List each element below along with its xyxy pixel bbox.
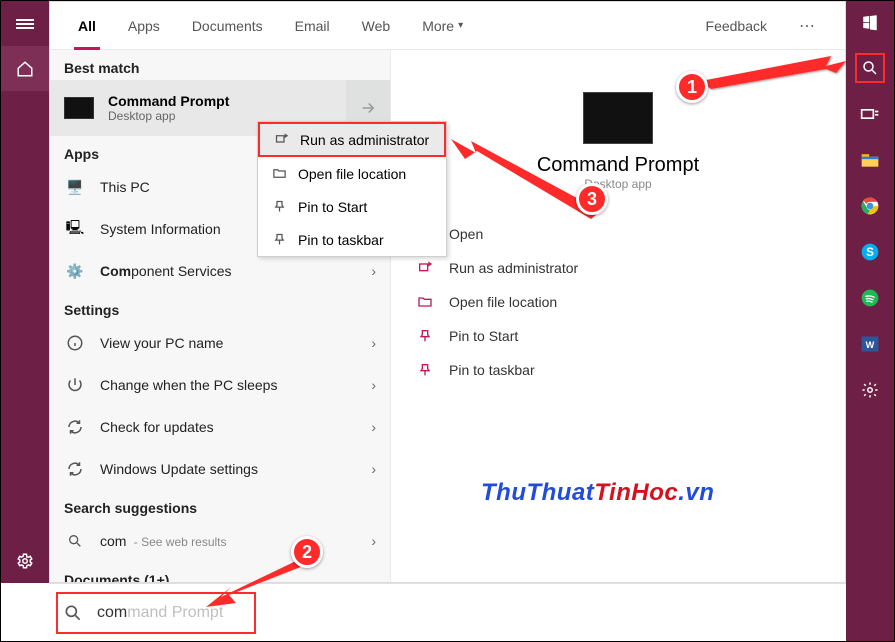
pin-icon (415, 328, 435, 344)
power-icon (64, 374, 86, 396)
context-menu: Run as administrator Open file location … (257, 121, 447, 257)
tab-email[interactable]: Email (291, 2, 334, 50)
ctx-run-admin[interactable]: Run as administrator (258, 122, 446, 157)
web-suggestion[interactable]: com - See web results › (50, 520, 390, 562)
action-pin-start[interactable]: Pin to Start (415, 319, 825, 353)
more-options-icon[interactable]: ⋯ (795, 2, 821, 50)
chrome-icon[interactable] (855, 191, 885, 221)
search-icon (64, 530, 86, 552)
svg-text:S: S (866, 246, 874, 259)
refresh-icon (64, 458, 86, 480)
task-view-icon[interactable] (855, 99, 885, 129)
cmd-large-icon (583, 92, 653, 144)
tab-documents[interactable]: Documents (188, 2, 267, 50)
svg-text:W: W (866, 340, 875, 350)
search-box[interactable]: command Prompt (49, 583, 846, 641)
tab-all[interactable]: All (74, 2, 100, 50)
ctx-open-location[interactable]: Open file location (258, 157, 446, 190)
folder-icon (270, 166, 288, 181)
section-search-suggestions: Search suggestions (50, 490, 390, 520)
tab-more[interactable]: More ▾ (418, 2, 467, 50)
watermark: ThuThuatTinHoc.vn (481, 479, 714, 507)
chevron-right-icon: › (371, 263, 376, 279)
shield-icon (415, 260, 435, 276)
tab-web[interactable]: Web (358, 2, 395, 50)
start-left-rail (1, 1, 49, 583)
tab-apps[interactable]: Apps (124, 2, 164, 50)
pin-icon (270, 232, 288, 247)
pin-icon (415, 362, 435, 378)
detail-title: Command Prompt (411, 154, 825, 177)
action-pin-taskbar[interactable]: Pin to taskbar (415, 353, 825, 387)
settings-icon[interactable] (855, 375, 885, 405)
search-tabs: All Apps Documents Email Web More ▾ Feed… (50, 2, 845, 50)
section-settings: Settings (50, 292, 390, 322)
action-run-admin[interactable]: Run as administrator (415, 251, 825, 285)
result-sleep[interactable]: Change when the PC sleeps › (50, 364, 390, 406)
result-updates[interactable]: Check for updates › (50, 406, 390, 448)
services-icon: ⚙️ (64, 260, 86, 282)
folder-icon (415, 294, 435, 310)
cmd-thumb-icon (64, 97, 94, 119)
result-winupdate[interactable]: Windows Update settings › (50, 448, 390, 490)
shield-icon (272, 132, 290, 147)
pc-icon: 🖥️ (64, 176, 86, 198)
highlight-box (56, 592, 256, 634)
sysinfo-icon: 🖳 (64, 218, 86, 240)
search-panel: All Apps Documents Email Web More ▾ Feed… (49, 1, 846, 583)
ctx-pin-start[interactable]: Pin to Start (258, 190, 446, 223)
marker-2: 2 (291, 536, 323, 568)
home-icon[interactable] (1, 46, 49, 91)
hamburger-icon[interactable] (1, 1, 49, 46)
action-open-location[interactable]: Open file location (415, 285, 825, 319)
section-best-match: Best match (50, 50, 390, 80)
settings-gear-icon[interactable] (1, 538, 49, 583)
windows-logo-icon[interactable] (855, 7, 885, 37)
taskbar-search-icon[interactable] (855, 53, 885, 83)
section-documents[interactable]: Documents (1+) (50, 562, 390, 582)
result-pcname[interactable]: View your PC name › (50, 322, 390, 364)
pin-icon (270, 199, 288, 214)
file-explorer-icon[interactable] (855, 145, 885, 175)
marker-1: 1 (676, 71, 708, 103)
detail-subtitle: Desktop app (411, 177, 825, 191)
skype-icon[interactable]: S (855, 237, 885, 267)
action-open[interactable]: Open (415, 217, 825, 251)
info-icon (64, 332, 86, 354)
feedback-link[interactable]: Feedback (702, 2, 771, 50)
word-icon[interactable]: W (855, 329, 885, 359)
taskbar: S W (846, 1, 894, 641)
refresh-icon (64, 416, 86, 438)
ctx-pin-taskbar[interactable]: Pin to taskbar (258, 223, 446, 256)
spotify-icon[interactable] (855, 283, 885, 313)
marker-3: 3 (576, 183, 608, 215)
